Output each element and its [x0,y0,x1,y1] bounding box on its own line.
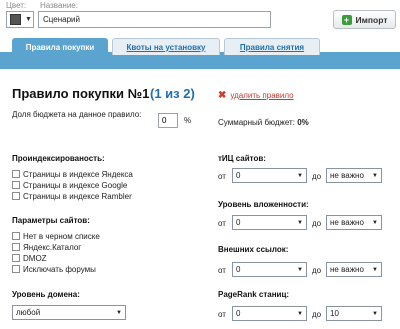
outlinks-to-select[interactable]: не важно ▼ [326,262,382,277]
rule-count: (1 из 2) [150,86,195,101]
chevron-down-icon: ▼ [25,16,32,23]
outlinks-from-label: от [218,266,226,275]
domain-level-select[interactable]: любой ▼ [12,305,126,320]
checkbox-rambler-index[interactable]: Страницы в индексе Rambler [12,191,132,201]
chevron-down-icon: ▼ [297,266,303,273]
checkbox-dmoz[interactable]: DMOZ [12,253,47,263]
outlinks-title: Внешних ссылок: [218,245,289,254]
pagerank-to-value: 10 [330,309,339,318]
checkbox[interactable] [12,265,20,273]
tic-to-value: не важно [330,171,364,180]
import-button-label: Импорт [355,14,388,25]
chevron-down-icon: ▼ [372,310,378,317]
checkbox-yandex-catalog[interactable]: Яндекс.Каталог [12,242,81,252]
tic-title: тИЦ сайтов: [218,154,266,163]
checkbox-google-index[interactable]: Страницы в индексе Google [12,180,127,190]
tic-from-label: от [218,172,226,181]
tic-from-value: 0 [236,171,241,180]
color-swatch [10,14,21,25]
indexing-title: Проиндексированость: [12,154,105,163]
checkbox-label: Нет в черном списке [23,231,100,241]
total-budget-label: Суммарный бюджет: [218,118,295,127]
checkbox-label: DMOZ [23,253,47,263]
nesting-from-select[interactable]: 0 ▼ [232,215,307,230]
pagerank-from-select[interactable]: 0 ▼ [232,306,307,321]
nesting-to-label: до [312,219,322,228]
chevron-down-icon: ▼ [372,219,378,226]
total-budget: Суммарный бюджет: 0% [218,118,309,127]
checkbox-label: Яндекс.Каталог [23,242,82,252]
chevron-down-icon: ▼ [297,310,303,317]
percent-unit: % [184,116,192,125]
site-params-title: Параметры сайтов: [12,216,90,225]
delete-rule-link[interactable]: ✖ удалить правило [218,90,294,101]
tab-purchase-rules[interactable]: Правила покупки [12,38,108,56]
plus-icon: + [341,14,352,25]
outlinks-to-label: до [312,266,322,275]
close-icon: ✖ [218,90,227,101]
checkbox[interactable] [12,232,20,240]
rule-title: Правило покупки №1 [12,86,150,101]
pagerank-to-select[interactable]: 10 ▼ [326,306,382,321]
checkbox-label: Страницы в индексе Яндекса [23,169,133,179]
delete-rule-label: удалить правило [230,91,294,100]
tab-removal-rules[interactable]: Правила снятия [224,38,320,55]
budget-share-input[interactable] [158,113,178,128]
checkbox-yandex-index[interactable]: Страницы в индексе Яндекса [12,169,133,179]
chevron-down-icon: ▼ [116,309,122,316]
chevron-down-icon: ▼ [372,172,378,179]
scenario-name-input[interactable] [38,11,271,28]
checkbox[interactable] [12,170,20,178]
nesting-from-label: от [218,219,226,228]
checkbox[interactable] [12,254,20,262]
checkbox[interactable] [12,192,20,200]
checkbox-exclude-forums[interactable]: Исключать форумы [12,264,96,274]
total-budget-value: 0% [297,118,309,127]
color-label: Цвет: [6,1,27,10]
outlinks-to-value: не важно [330,265,364,274]
domain-level-title: Уровень домена: [12,290,80,299]
name-label: Название: [40,1,78,10]
checkbox-label: Страницы в индексе Google [23,180,128,190]
pagerank-title: PageRank станиц: [218,290,290,299]
checkbox-not-blacklisted[interactable]: Нет в черном списке [12,231,100,241]
checkbox-label: Страницы в индексе Rambler [23,191,132,201]
chevron-down-icon: ▼ [297,219,303,226]
chevron-down-icon: ▼ [297,172,303,179]
checkbox[interactable] [12,243,20,251]
tic-to-label: до [312,172,322,181]
nesting-to-select[interactable]: не важно ▼ [326,215,382,230]
nesting-to-value: не важно [330,218,364,227]
outlinks-from-select[interactable]: 0 ▼ [232,262,307,277]
budget-share-label: Доля бюджета на данное правило: [12,110,142,119]
chevron-down-icon: ▼ [372,266,378,273]
pagerank-to-label: до [312,310,322,319]
domain-level-value: любой [16,308,41,317]
outlinks-from-value: 0 [236,265,241,274]
tic-to-select[interactable]: не важно ▼ [326,168,382,183]
pagerank-from-label: от [218,310,226,319]
color-picker[interactable]: ▼ [6,11,34,28]
nesting-title: Уровень вложенности: [218,200,309,209]
tab-install-quotas[interactable]: Квоты на установку [112,38,220,55]
checkbox[interactable] [12,181,20,189]
pagerank-from-value: 0 [236,309,241,318]
nesting-from-value: 0 [236,218,241,227]
import-button[interactable]: + Импорт [333,10,396,29]
tic-from-select[interactable]: 0 ▼ [232,168,307,183]
checkbox-label: Исключать форумы [23,264,96,274]
